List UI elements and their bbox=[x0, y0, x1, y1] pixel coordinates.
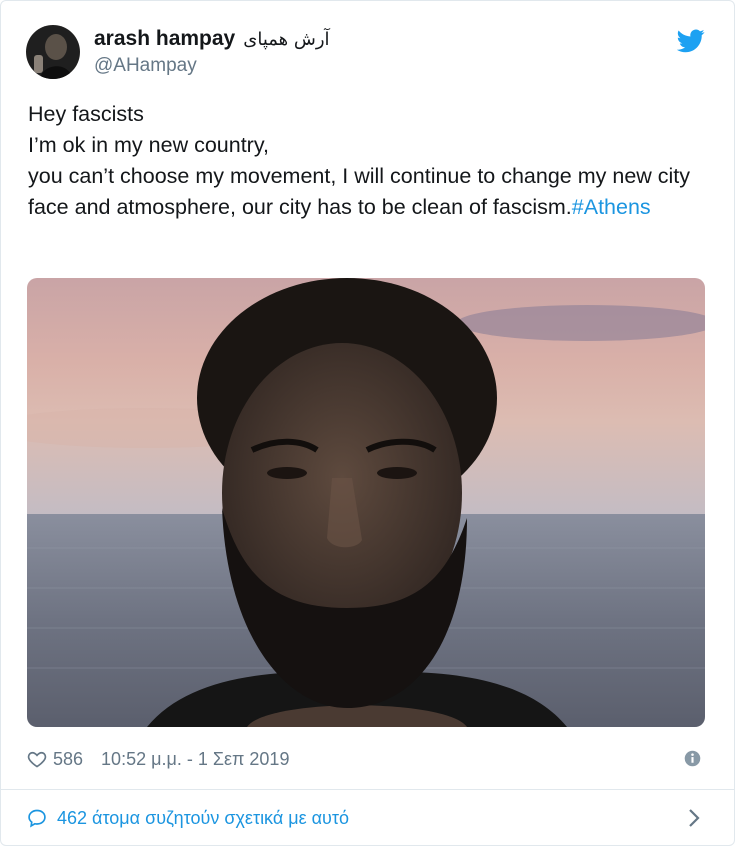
like-count[interactable]: 586 bbox=[53, 749, 83, 770]
tweet-line: you can’t choose my movement, I will con… bbox=[28, 161, 708, 223]
user-handle[interactable]: @AHampay bbox=[94, 55, 197, 77]
chevron-right-icon[interactable] bbox=[687, 808, 701, 828]
tweet-photo[interactable] bbox=[27, 278, 705, 727]
name-row: arash hampay آرش همپای bbox=[94, 27, 330, 51]
discussion-link[interactable]: 462 άτομα συζητούν σχετικά με αυτό bbox=[27, 805, 707, 831]
hashtag-link[interactable]: #Athens bbox=[572, 195, 651, 219]
discussion-label[interactable]: 462 άτομα συζητούν σχετικά με αυτό bbox=[57, 808, 349, 829]
timestamp[interactable]: 10:52 μ.μ. - 1 Σεπ 2019 bbox=[101, 749, 289, 770]
display-name[interactable]: arash hampay bbox=[94, 27, 235, 51]
tweet-line: Hey fascists bbox=[28, 102, 144, 126]
tweet-text: Hey fascists I’m ok in my new country, y… bbox=[28, 99, 708, 223]
tweet-line: I’m ok in my new country, bbox=[28, 133, 269, 157]
info-icon[interactable] bbox=[684, 750, 701, 767]
avatar[interactable] bbox=[26, 25, 80, 79]
tweet-meta: 586 10:52 μ.μ. - 1 Σεπ 2019 bbox=[27, 746, 707, 772]
display-name-persian[interactable]: آرش همپای bbox=[243, 29, 329, 50]
twitter-bird-icon[interactable] bbox=[677, 29, 705, 53]
heart-icon[interactable] bbox=[27, 749, 47, 769]
tweet-card: arash hampay آرش همپای @AHampay Hey fasc… bbox=[0, 0, 735, 846]
speech-bubble-icon bbox=[28, 809, 46, 828]
divider bbox=[1, 789, 734, 790]
